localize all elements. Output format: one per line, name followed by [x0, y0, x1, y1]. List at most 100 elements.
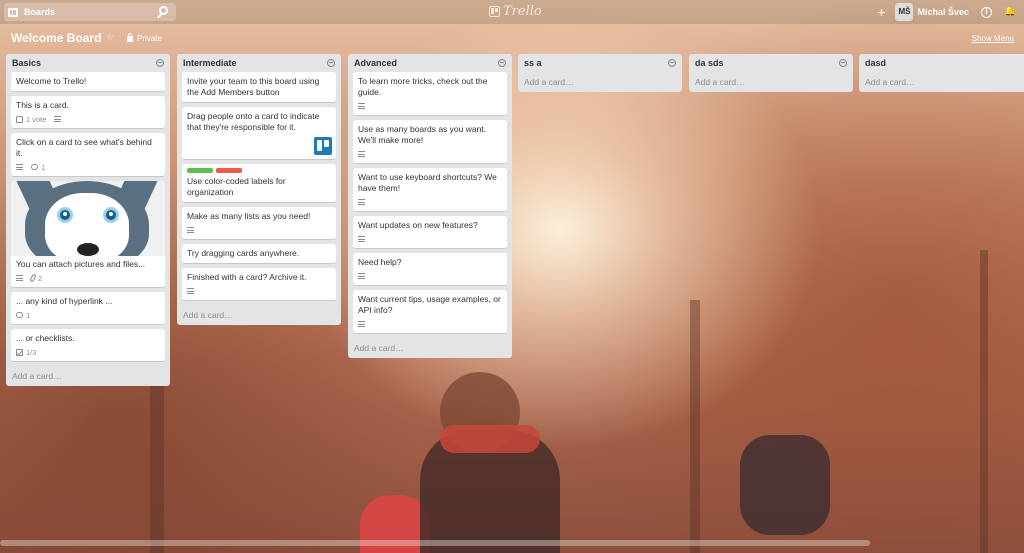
card-title: Drag people onto a card to indicate that…: [187, 111, 320, 132]
horizontal-scrollbar[interactable]: [0, 540, 870, 546]
list-title: Intermediate: [183, 58, 237, 68]
trello-logo[interactable]: Trello: [489, 4, 542, 19]
description-icon: [358, 199, 365, 205]
list-menu-icon[interactable]: [156, 59, 164, 67]
card[interactable]: Finished with a card? Archive it.: [182, 268, 336, 301]
list-title: da sds: [695, 58, 724, 68]
add-card-link[interactable]: Add a card…: [694, 72, 848, 92]
description-badge: [358, 321, 365, 327]
comments-badge: 1: [16, 310, 30, 321]
card[interactable]: Click on a card to see what's behind it.…: [11, 133, 165, 177]
card-badges: [187, 225, 330, 235]
comments-count: 1: [26, 310, 31, 320]
description-badge: [16, 164, 23, 170]
list-header[interactable]: da sds: [694, 54, 848, 72]
card-title: To learn more tricks, check out the guid…: [358, 76, 488, 97]
description-badge: [16, 275, 23, 281]
list-header[interactable]: Advanced: [353, 54, 507, 72]
card[interactable]: Drag people onto a card to indicate that…: [182, 107, 336, 160]
card-badges: 1/3: [16, 347, 159, 357]
show-menu-link[interactable]: Show Menu: [972, 34, 1014, 43]
card-badges: 1: [16, 162, 159, 172]
red-label: [216, 168, 242, 173]
card[interactable]: To learn more tricks, check out the guid…: [353, 72, 507, 116]
list-title: dasd: [865, 58, 887, 68]
search-icon[interactable]: [159, 6, 168, 15]
card-title: Want to use keyboard shortcuts? We have …: [358, 172, 497, 193]
add-card-link[interactable]: Add a card…: [11, 366, 165, 386]
card-title: ... any kind of hyperlink ...: [16, 296, 113, 306]
bell-icon[interactable]: 🔔: [1004, 7, 1016, 17]
card[interactable]: Use as many boards as you want. We'll ma…: [353, 120, 507, 164]
card[interactable]: You can attach pictures and files... 2: [11, 181, 165, 288]
list-menu-icon[interactable]: [327, 59, 335, 67]
card-title: Use as many boards as you want. We'll ma…: [358, 124, 487, 145]
card[interactable]: Want to use keyboard shortcuts? We have …: [353, 168, 507, 212]
avatar[interactable]: MŠ: [895, 3, 914, 21]
husky-eye: [103, 207, 119, 223]
add-button[interactable]: +: [871, 3, 891, 21]
privacy-button[interactable]: Private: [127, 32, 162, 43]
list-ss-a: ss a Add a card…: [518, 54, 682, 92]
comments-badge: 1: [31, 162, 45, 173]
card-badges: [358, 101, 501, 111]
description-badge: [358, 103, 365, 109]
card[interactable]: This is a card. 1 vote: [11, 96, 165, 129]
add-card-link[interactable]: Add a card…: [353, 338, 507, 358]
card-title: Try dragging cards anywhere.: [187, 248, 300, 258]
attachments-count: 2: [38, 273, 43, 283]
user-name[interactable]: Michal Švec: [917, 7, 969, 17]
card[interactable]: Make as many lists as you need!: [182, 207, 336, 240]
card[interactable]: Welcome to Trello!: [11, 72, 165, 92]
card-title: Click on a card to see what's behind it.: [16, 137, 152, 158]
add-card-link[interactable]: Add a card…: [182, 305, 336, 325]
comments-count: 1: [41, 162, 46, 172]
list-menu-icon[interactable]: [668, 59, 676, 67]
list-header[interactable]: ss a: [523, 54, 677, 72]
thumbs-up-icon: [16, 115, 23, 123]
list-menu-icon[interactable]: [498, 59, 506, 67]
card-title: This is a card.: [16, 100, 69, 110]
list-header[interactable]: Basics: [11, 54, 165, 72]
card-badges: 1: [16, 310, 159, 320]
description-icon: [358, 236, 365, 242]
add-card-link[interactable]: Add a card…: [864, 72, 1019, 92]
card-badges: 2: [16, 273, 159, 283]
paperclip-icon: [29, 273, 37, 283]
card-badges: [358, 271, 501, 281]
trello-member-icon: [314, 137, 332, 155]
board-title[interactable]: Welcome Board: [11, 31, 101, 45]
add-card-link[interactable]: Add a card…: [523, 72, 677, 92]
list-dasd: dasd Add a card…: [859, 54, 1024, 92]
star-icon[interactable]: ☆: [106, 32, 114, 43]
description-icon: [358, 321, 365, 327]
card[interactable]: Try dragging cards anywhere.: [182, 244, 336, 264]
card-cover-image: [11, 181, 165, 256]
description-icon: [54, 116, 62, 122]
boards-button[interactable]: Boards: [4, 3, 176, 21]
card[interactable]: Use color-coded labels for organization: [182, 164, 336, 203]
top-header: Boards Trello + MŠ Michal Švec i 🔔: [0, 0, 1024, 24]
husky-nose: [77, 243, 99, 256]
card[interactable]: ... or checklists. 1/3: [11, 329, 165, 362]
list-header[interactable]: Intermediate: [182, 54, 336, 72]
card[interactable]: Want updates on new features?: [353, 216, 507, 249]
card[interactable]: ... any kind of hyperlink ... 1: [11, 292, 165, 325]
card-title: Make as many lists as you need!: [187, 211, 311, 221]
comment-icon: [31, 164, 38, 170]
card-title: You can attach pictures and files...: [16, 259, 146, 269]
lock-icon: [127, 32, 133, 42]
card[interactable]: Need help?: [353, 253, 507, 286]
list-menu-icon[interactable]: [839, 59, 847, 67]
trello-logo-text: Trello: [503, 4, 542, 19]
votes-count: 1 vote: [26, 114, 47, 124]
privacy-label: Private: [137, 34, 162, 43]
description-icon: [358, 151, 365, 157]
info-icon[interactable]: i: [981, 6, 992, 18]
checklist-count: 1/3: [26, 347, 37, 357]
card-title: Welcome to Trello!: [16, 76, 87, 86]
card[interactable]: Want current tips, usage examples, or AP…: [353, 290, 507, 334]
card[interactable]: Invite your team to this board using the…: [182, 72, 336, 103]
list-basics: Basics Welcome to Trello! This is a card…: [6, 54, 170, 386]
list-header[interactable]: dasd: [864, 54, 1019, 72]
